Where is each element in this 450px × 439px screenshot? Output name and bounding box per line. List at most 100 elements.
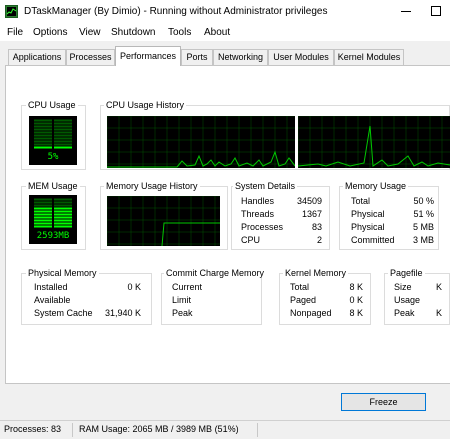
mem-meter-segment	[54, 204, 72, 207]
cpu-meter-segment	[54, 140, 72, 143]
threads-value: 1367	[301, 209, 322, 219]
cpu-meter-segment	[34, 140, 52, 143]
cpu-meter-segment	[54, 137, 72, 140]
title-bar[interactable]: DTaskManager (By Dimio) - Running withou…	[0, 0, 450, 25]
menu-bar: File Options View Shutdown Tools About	[0, 24, 450, 41]
mem-physical-value: 51 %	[413, 209, 434, 219]
cpu-history-2-line	[297, 125, 450, 167]
app-icon	[5, 5, 18, 18]
kernel-nonpaged-value: 8 K	[349, 308, 363, 318]
minimize-button[interactable]	[392, 0, 420, 22]
mem-meter-segment	[34, 204, 52, 207]
kernel-nonpaged-label: Nonpaged	[290, 308, 332, 318]
mem-meter-segment	[34, 216, 52, 219]
status-processes: Processes: 83	[4, 424, 62, 434]
mem-usage-meter: 2593MB	[29, 195, 77, 244]
mem-meter-segment	[34, 225, 52, 228]
pagefile-peak-label: Peak	[394, 308, 415, 318]
status-separator	[72, 423, 73, 437]
tab-processes[interactable]: Processes	[66, 49, 115, 65]
status-separator	[257, 423, 258, 437]
menu-file[interactable]: File	[7, 27, 23, 38]
menu-about[interactable]: About	[204, 27, 230, 38]
menu-tools[interactable]: Tools	[168, 27, 191, 38]
cpu-count-value: 2	[316, 235, 322, 245]
tab-performances[interactable]: Performances	[115, 46, 181, 66]
cpu-history-chart-2	[297, 115, 450, 168]
cpu-meter-segment	[34, 134, 52, 137]
commit-charge-label: Commit Charge Memory	[164, 268, 267, 278]
menu-shutdown[interactable]: Shutdown	[111, 27, 155, 38]
pagefile-peak-value: K	[435, 308, 442, 318]
cpu-usage-meter: 5%	[29, 116, 77, 165]
pagefile-label: Pagefile	[388, 268, 425, 278]
system-details-label: System Details	[233, 181, 298, 191]
handles-value: 34509	[296, 196, 322, 206]
cpu-meter-segment	[54, 119, 72, 122]
kernel-paged-value: 0 K	[349, 295, 363, 305]
mem-total-label: Total	[351, 196, 371, 206]
maximize-button[interactable]	[422, 0, 450, 22]
mem-meter-segment	[34, 201, 52, 204]
mem-meter-segment	[54, 222, 72, 225]
processes-value: 83	[311, 222, 322, 232]
cpu-count-label: CPU	[241, 235, 261, 245]
freeze-button[interactable]: Freeze	[341, 393, 426, 411]
mem-meter-segment	[34, 198, 52, 201]
mem-committed-value: 3 MB	[412, 235, 434, 245]
pagefile-usage-label: Usage	[394, 295, 421, 305]
system-cache-label: System Cache	[34, 308, 93, 318]
mem-meter-segment	[54, 210, 72, 213]
available-label: Available	[34, 295, 71, 305]
kernel-total-label: Total	[290, 282, 310, 292]
commit-current-label: Current	[172, 282, 203, 292]
mem-meter-segment	[54, 213, 72, 216]
cpu-meter-segment	[34, 119, 52, 122]
cpu-history-1-line	[107, 150, 296, 168]
cpu-usage-value: 5%	[47, 152, 59, 162]
mem-meter-segment	[34, 222, 52, 225]
cpu-meter-segment	[54, 134, 72, 137]
mem-usage-value: 2593MB	[36, 231, 70, 241]
menu-view[interactable]: View	[79, 27, 101, 38]
status-bar: Processes: 83 RAM Usage: 2065 MB / 3989 …	[0, 420, 450, 439]
pagefile-size-value: K	[435, 282, 442, 292]
cpu-history-graph-2	[297, 115, 450, 168]
commit-peak-label: Peak	[172, 308, 193, 318]
mem-usage-label: MEM Usage	[26, 181, 80, 191]
mem-meter-segment	[54, 201, 72, 204]
system-cache-value: 31,940 K	[104, 308, 141, 318]
cpu-meter-segment	[34, 137, 52, 140]
mem-meter-segment	[34, 207, 52, 210]
cpu-meter-segment	[34, 125, 52, 128]
tab-networking[interactable]: Networking	[213, 49, 268, 65]
mem-total-value: 50 %	[413, 196, 434, 206]
cpu-meter-segment	[54, 128, 72, 131]
mem-history-chart	[106, 195, 220, 247]
kernel-paged-label: Paged	[290, 295, 317, 305]
tab-applications[interactable]: Applications	[8, 49, 66, 65]
tab-user-modules[interactable]: User Modules	[268, 49, 334, 65]
handles-label: Handles	[241, 196, 275, 206]
mem-meter-segment	[34, 213, 52, 216]
mem-meter-segment	[34, 210, 52, 213]
installed-label: Installed	[34, 282, 68, 292]
cpu-meter-segment	[54, 143, 72, 146]
mem-committed-label: Committed	[351, 235, 395, 245]
threads-label: Threads	[241, 209, 275, 219]
mem-meter-segment	[54, 219, 72, 222]
tab-ports[interactable]: Ports	[181, 49, 213, 65]
mem-physical-label: Physical	[351, 209, 385, 219]
mem-physical-mb-value: 5 MB	[412, 222, 434, 232]
cpu-meter-segment	[54, 122, 72, 125]
mem-physical-mb-label: Physical	[351, 222, 385, 232]
cpu-meter-segment	[34, 128, 52, 131]
installed-value: 0 K	[127, 282, 141, 292]
tab-kernel-modules[interactable]: Kernel Modules	[334, 49, 404, 65]
tab-strip: Applications Processes Performances Port…	[0, 44, 450, 66]
cpu-meter-segment	[34, 122, 52, 125]
mem-meter-segment	[54, 225, 72, 228]
menu-options[interactable]: Options	[33, 27, 67, 38]
window-title: DTaskManager (By Dimio) - Running withou…	[24, 6, 328, 17]
cpu-meter-segment	[54, 146, 72, 149]
